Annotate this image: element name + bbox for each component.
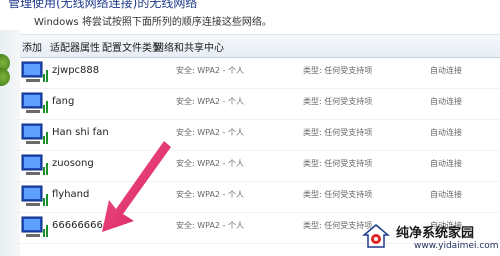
house-logo-icon [362, 224, 390, 248]
wireless-network-icon [21, 92, 48, 113]
network-row[interactable]: flyhand 安全: WPA2 - 个人 类型: 任何受支持项 自动连接 [16, 181, 500, 213]
connection-mode: 自动连接 [430, 66, 462, 75]
network-name: 6666666666 [52, 220, 116, 231]
wireless-network-icon [21, 123, 48, 144]
profile-type-button[interactable]: 配置文件类型 [102, 39, 162, 54]
connection-mode: 自动连接 [430, 190, 462, 199]
wireless-network-icon [21, 216, 48, 237]
network-sharing-center-button[interactable]: 网络和共享中心 [154, 39, 224, 54]
connection-mode: 自动连接 [430, 159, 462, 168]
network-security: 安全: WPA2 - 个人 [176, 190, 244, 199]
network-name: Han shi fan [52, 127, 109, 138]
watermark-url: www.yidaimei.com [414, 241, 499, 251]
network-name: zjwpc888 [52, 65, 100, 76]
network-type: 类型: 任何受支持项 [303, 97, 373, 106]
network-row[interactable]: fang 安全: WPA2 - 个人 类型: 任何受支持项 自动连接 [16, 88, 500, 120]
adapter-properties-button[interactable]: 适配器属性 [50, 39, 100, 54]
network-security: 安全: WPA2 - 个人 [176, 97, 244, 106]
window-heading: 管理使用(无线网络连接)的无线网络 [8, 0, 198, 10]
connection-mode: 自动连接 [430, 128, 462, 137]
wireless-network-icon [21, 61, 48, 82]
network-type: 类型: 任何受支持项 [303, 128, 373, 137]
network-security: 安全: WPA2 - 个人 [176, 159, 244, 168]
network-type: 类型: 任何受支持项 [303, 190, 373, 199]
network-row[interactable]: zuosong 安全: WPA2 - 个人 类型: 任何受支持项 自动连接 [16, 150, 500, 182]
toolbar: 添加 适配器属性 配置文件类型 网络和共享中心 [0, 34, 500, 58]
network-type: 类型: 任何受支持项 [303, 66, 373, 75]
network-name: zuosong [52, 158, 94, 169]
network-security: 安全: WPA2 - 个人 [176, 128, 244, 137]
network-name: flyhand [52, 189, 90, 200]
site-watermark: 纯净系统家园 www.yidaimei.com [358, 218, 500, 256]
network-type: 类型: 任何受支持项 [303, 159, 373, 168]
wireless-network-icon [21, 154, 48, 175]
window-subtitle: Windows 将尝试按照下面所列的顺序连接这些网络。 [34, 17, 272, 28]
watermark-title: 纯净系统家园 [396, 226, 475, 241]
wireless-networks-window: 管理使用(无线网络连接)的无线网络 Windows 将尝试按照下面所列的顺序连接… [0, 0, 500, 256]
connection-mode: 自动连接 [430, 97, 462, 106]
network-row[interactable]: zjwpc888 安全: WPA2 - 个人 类型: 任何受支持项 自动连接 [16, 57, 500, 89]
leaf-icon [0, 68, 10, 86]
network-security: 安全: WPA2 - 个人 [176, 66, 244, 75]
wireless-network-icon [21, 185, 48, 206]
network-row[interactable]: Han shi fan 安全: WPA2 - 个人 类型: 任何受支持项 自动连… [16, 119, 500, 151]
add-button[interactable]: 添加 [22, 39, 42, 54]
network-security: 安全: WPA2 - 个人 [176, 221, 244, 230]
network-name: fang [52, 96, 75, 107]
